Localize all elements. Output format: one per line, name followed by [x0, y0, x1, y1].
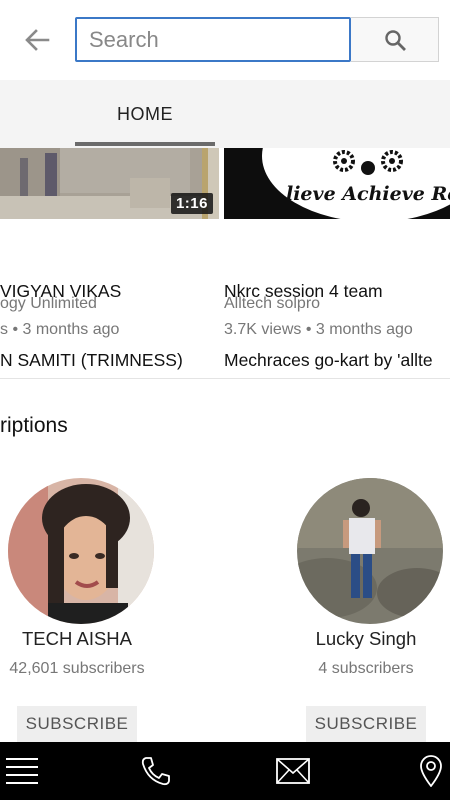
back-button[interactable]: [20, 24, 54, 56]
location-button[interactable]: [418, 754, 444, 788]
channel-name[interactable]: Lucky Singh: [286, 628, 446, 650]
search-input[interactable]: [75, 17, 351, 62]
video-title[interactable]: Nkrc session 4 team Mechraces go-kart by…: [224, 234, 450, 395]
magnifier-icon: [384, 29, 406, 51]
section-divider: [0, 378, 450, 379]
arrow-left-icon: [25, 29, 50, 51]
channel-avatar-image: [8, 478, 154, 624]
call-button[interactable]: [138, 754, 174, 788]
video-title-line: Mechraces go-kart by 'allte: [224, 350, 433, 370]
thumbnail-logo-text: lieve Achieve Rec: [286, 183, 450, 205]
avatar[interactable]: [297, 478, 443, 624]
channel-avatar-image: [297, 478, 443, 624]
menu-button[interactable]: [4, 754, 40, 788]
video-thumbnail[interactable]: 1:16: [0, 148, 219, 219]
subscriber-count: 42,601 subscribers: [9, 660, 145, 677]
phone-icon: [141, 757, 170, 786]
subscribe-button[interactable]: SUBSCRIBE: [17, 706, 137, 742]
video-duration: 1:16: [170, 193, 213, 214]
video-meta: s • 3 months ago: [0, 321, 120, 338]
tab-home[interactable]: HOME: [75, 80, 215, 148]
tab-bar: HOME: [0, 80, 450, 148]
subscriber-count: 4 subscribers: [318, 660, 414, 677]
section-title: riptions: [0, 414, 68, 437]
avatar[interactable]: [8, 478, 154, 624]
video-thumbnail[interactable]: lieve Achieve Rec: [224, 148, 450, 219]
video-channel[interactable]: ogy Unlimited: [0, 295, 219, 313]
hamburger-menu-icon: [6, 758, 38, 784]
bottom-nav-bar: [0, 742, 450, 800]
video-title[interactable]: VIGYAN VIKAS N SAMITI (TRIMNESS): [0, 234, 219, 395]
video-title-line: N SAMITI (TRIMNESS): [0, 350, 183, 370]
subscribe-button[interactable]: SUBSCRIBE: [306, 706, 426, 742]
video-meta: 3.7K views • 3 months ago: [224, 321, 413, 338]
mail-button[interactable]: [276, 754, 310, 788]
channel-name[interactable]: TECH AISHA: [0, 628, 157, 650]
map-pin-icon: [420, 755, 442, 787]
video-channel[interactable]: Alltech solpro: [224, 295, 450, 313]
thumbnail-image: lieve Achieve Rec: [224, 148, 450, 219]
top-bar: [0, 0, 450, 80]
envelope-icon: [276, 758, 310, 784]
active-tab-indicator: [75, 142, 215, 146]
search-button[interactable]: [351, 17, 439, 62]
